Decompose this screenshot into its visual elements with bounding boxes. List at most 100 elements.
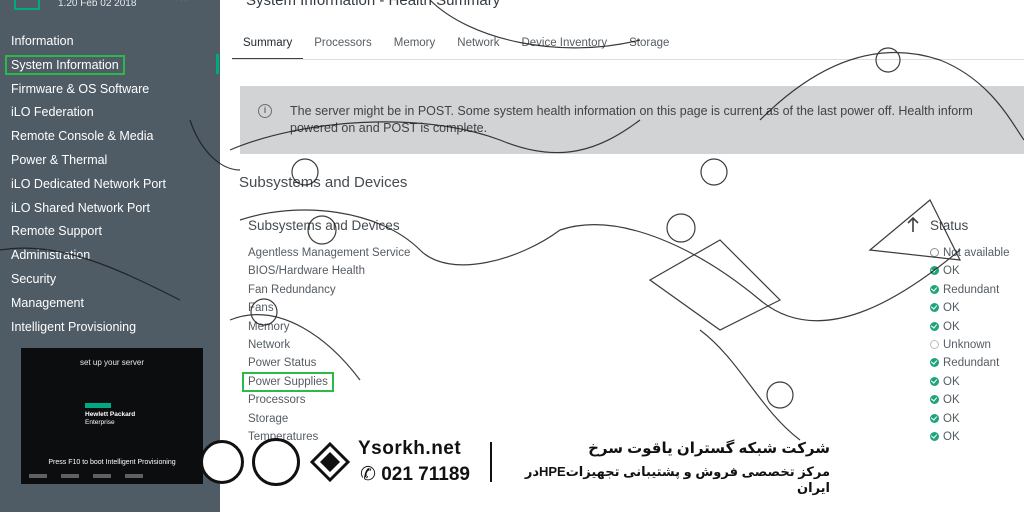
sidebar-item-information[interactable]: Information [0,30,216,54]
sidebar-item-intelligent-provisioning[interactable]: Intelligent Provisioning [0,316,216,340]
status-cell: OK [930,410,960,428]
subsystem-name: Agentless Management Service [248,247,411,259]
table-row[interactable]: Fans OK [248,299,1024,317]
status-text: OK [943,302,960,315]
tab-summary[interactable]: Summary [232,28,304,60]
sidebar-item-label: Intelligent Provisioning [11,319,137,334]
sidebar-item-administration[interactable]: Administration [0,244,216,268]
subsystem-name: Power Status [248,357,317,370]
sidebar-item-firmware-os-software[interactable]: Firmware & OS Software [0,78,216,102]
banner-brand-sub: Enterprise [85,419,115,426]
watermark-separator [490,442,492,482]
column-header-subsystem[interactable]: Subsystems and Devices [248,218,400,233]
table-row[interactable]: Processors OK [248,391,1024,409]
watermark-site: Ysorkh.net [358,438,462,459]
notice-text-line2: powered on and POST is complete. [290,121,488,135]
sidebar-item-power-thermal[interactable]: Power & Thermal [0,149,216,173]
sidebar-item-label: Administration [11,248,91,263]
sidebar-item-ilo-dedicated-network-port[interactable]: iLO Dedicated Network Port [0,173,216,197]
sidebar-item-remote-support[interactable]: Remote Support [0,220,216,244]
status-ok-icon [930,395,939,405]
status-cell: OK [930,299,960,317]
sidebar-item-label: Power & Thermal [11,152,108,167]
status-ok-icon [930,358,939,368]
sidebar-nav: Information System Information Firmware & … [0,30,216,339]
status-text: Not available [943,247,1010,259]
setup-banner[interactable]: set up your server Hewlett Packard Enter… [21,348,203,484]
status-not-available-icon [930,248,939,257]
sidebar-item-label: Information [11,34,74,48]
subsystem-name: Storage [248,412,289,425]
status-ok-icon [930,431,939,441]
status-ok-icon [930,284,939,294]
status-ok-icon [930,376,939,386]
sidebar-item-system-information[interactable]: System Information [0,54,216,78]
watermark-badge-icon [200,440,244,484]
sidebar-item-label: Remote Console & Media [11,129,154,144]
sidebar-item-label: Firmware & OS Software [11,81,150,96]
subsystem-name: Processors [248,394,306,407]
sidebar-item-ilo-federation[interactable]: iLO Federation [0,101,216,125]
tab-bar: Summary Processors Memory Network Device Inv… [232,28,680,60]
status-cell: OK [930,318,960,336]
hpe-logo-icon[interactable] [14,0,40,10]
page-title: System Information - Health Summary [246,0,501,9]
sidebar-item-label: Management [11,295,84,310]
subsystem-name: Fan Redundancy [248,283,336,296]
status-text: OK [943,412,960,425]
sort-ascending-icon[interactable] [906,216,920,234]
tab-network[interactable]: Network [446,28,510,60]
sidebar-item-label: Security [11,271,57,286]
status-text: OK [943,265,960,278]
status-text: Redundant [943,283,1000,296]
status-text: Redundant [943,357,1000,370]
sidebar: 1.20 Feb 02 2018 ⌃ Information System Inf… [0,0,220,512]
table-row[interactable]: Agentless Management Service Not availabl… [248,244,1024,262]
table-row[interactable]: Memory OK [248,318,1024,336]
column-header-status[interactable]: Status [930,218,968,233]
status-text: OK [943,394,960,407]
hpe-banner-logo-icon [85,403,111,408]
tab-device-inventory[interactable]: Device Inventory [510,28,618,60]
table-row[interactable]: Fan Redundancy Redundant [248,281,1024,299]
status-cell: Not available [930,244,1009,262]
subsystem-name: Fans [248,302,274,315]
table-row[interactable]: BIOS/Hardware Health OK [248,262,1024,280]
tab-divider [232,59,1024,60]
status-unknown-icon [930,339,939,349]
status-cell: OK [930,262,960,280]
status-text: OK [943,375,960,388]
table-row[interactable]: Power Status Redundant [248,354,1024,372]
sidebar-active-indicator [216,54,219,74]
post-notice-banner: i The server might be in POST. Some syst… [240,86,1024,154]
watermark-company: شرکت شبکه گستران یاقوت سرخ [588,440,830,457]
table-row[interactable]: Storage OK [248,410,1024,428]
watermark-diamond-icon [310,442,350,482]
status-cell: OK [930,428,960,446]
table-row[interactable]: Power Supplies OK [242,371,1024,392]
subsystem-name: Network [248,338,291,351]
table-row[interactable]: Network Unknown [248,336,1024,354]
tab-memory[interactable]: Memory [383,28,447,60]
status-cell: OK [930,391,960,409]
tab-storage[interactable]: Storage [618,28,680,60]
subsystem-name: Power Supplies [242,371,334,392]
sidebar-item-label: iLO Dedicated Network Port [11,176,166,191]
status-ok-icon [930,321,939,331]
sidebar-item-security[interactable]: Security [0,268,216,292]
tab-processors[interactable]: Processors [303,28,383,60]
subsystem-name: BIOS/Hardware Health [248,265,365,278]
banner-key-hints [23,474,203,482]
sidebar-item-management[interactable]: Management [0,292,216,316]
sidebar-item-label: System Information [5,54,125,75]
watermark-tagline: مرکز تخصصی فروش و پشتیبانی تجهیزاتHPEدر … [524,464,830,495]
sidebar-item-label: iLO Federation [11,105,94,120]
sidebar-item-ilo-shared-network-port[interactable]: iLO Shared Network Port [0,197,216,221]
collapse-icon[interactable]: ⌃ [178,0,190,11]
subsystem-name: Memory [248,320,290,333]
banner-brand: Hewlett Packard [85,411,136,418]
sidebar-item-remote-console-media[interactable]: Remote Console & Media [0,125,216,149]
banner-title: set up your server [79,358,145,367]
banner-cta: Press F10 to boot Intelligent Provisioni… [48,459,176,466]
status-ok-icon [930,303,939,313]
